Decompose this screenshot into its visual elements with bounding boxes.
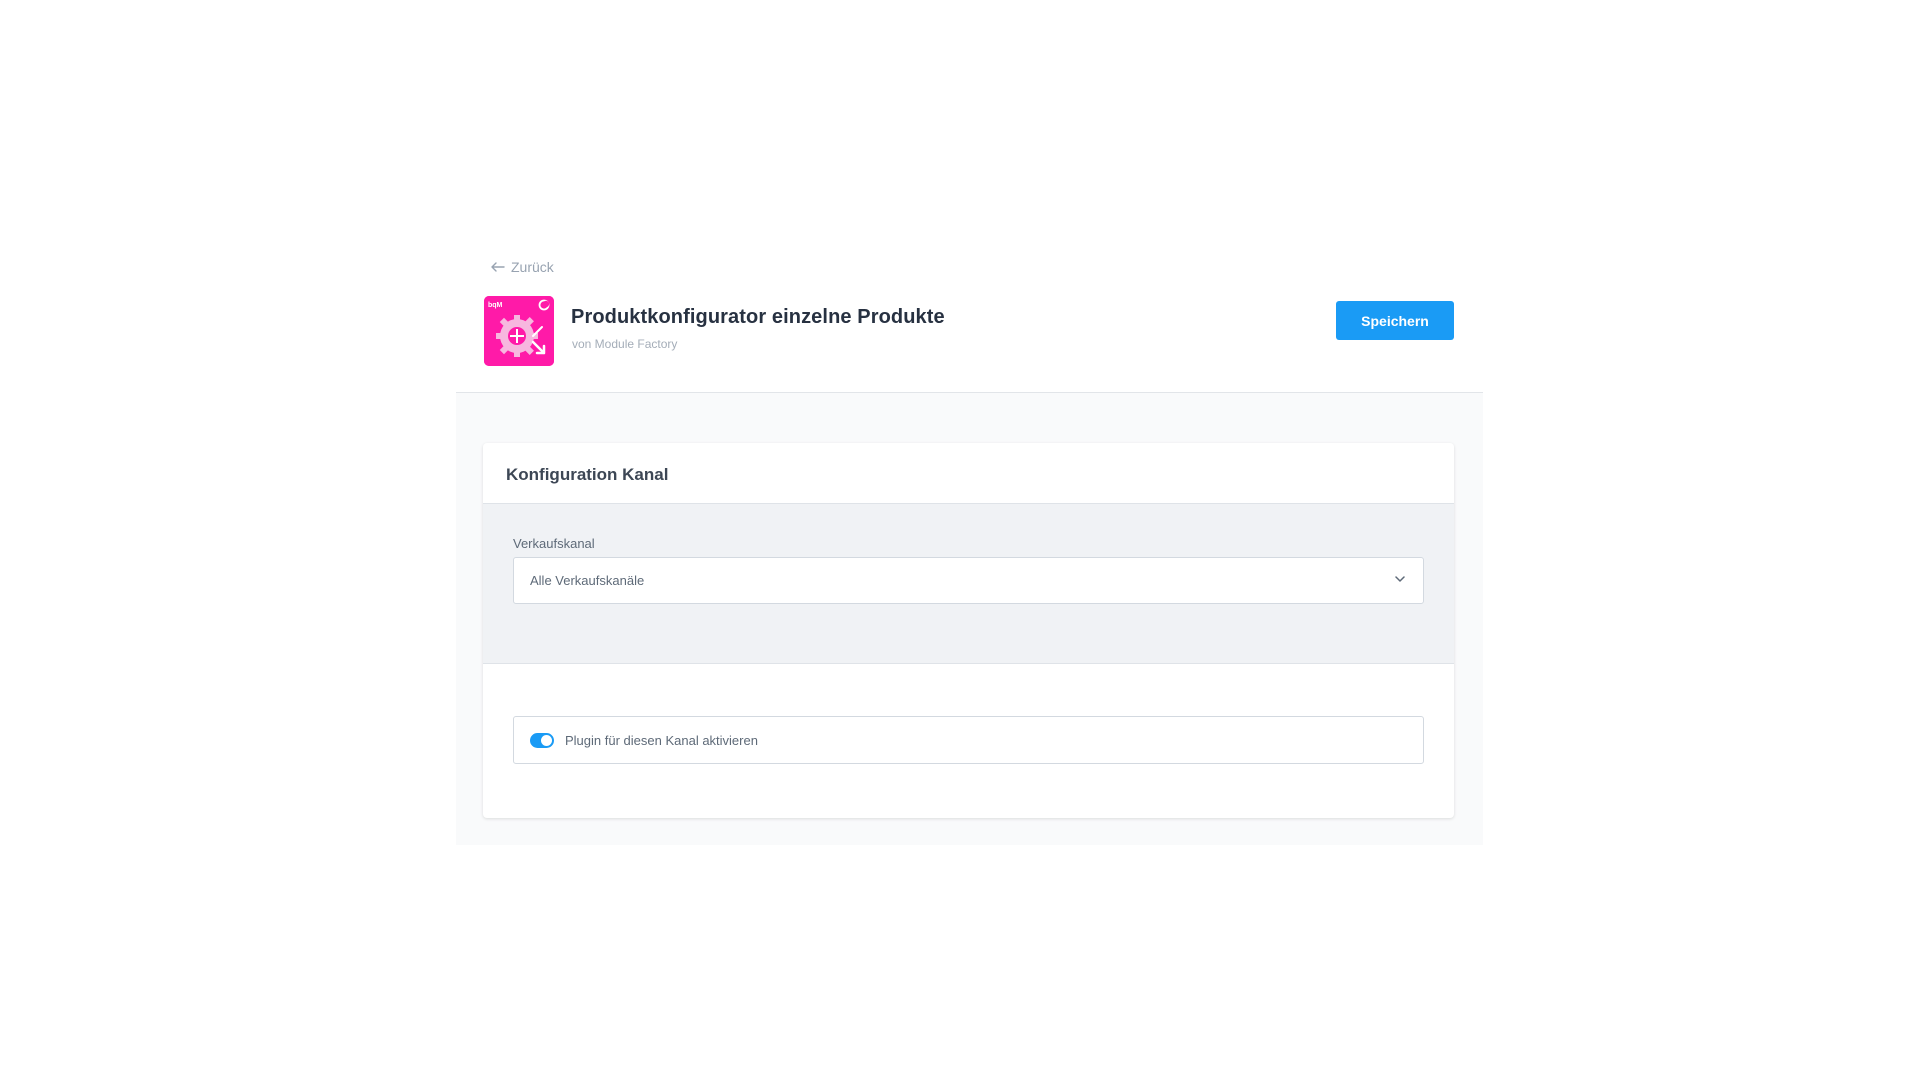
plugin-logo: bqM (484, 296, 554, 366)
arrow-left-icon (491, 262, 505, 272)
sales-channel-label: Verkaufskanal (513, 536, 595, 551)
sales-channel-select[interactable]: Alle Verkaufskanäle (513, 557, 1424, 604)
chevron-down-icon (1395, 576, 1405, 582)
activate-plugin-toggle[interactable] (530, 733, 554, 748)
back-link-label: Zurück (511, 259, 554, 275)
config-card: Konfiguration Kanal Verkaufskanal Alle V… (483, 443, 1454, 818)
sales-channel-value: Alle Verkaufskanäle (530, 573, 645, 588)
plugin-config-page: Zurück bqM Produktkonfigurator einzelne … (0, 0, 1920, 1080)
card-title: Konfiguration Kanal (506, 465, 669, 484)
plugin-vendor: von Module Factory (572, 337, 678, 351)
card-header: Konfiguration Kanal (483, 443, 1454, 504)
svg-text:bqM: bqM (488, 302, 503, 309)
back-link[interactable]: Zurück (491, 259, 554, 275)
activate-plugin-row: Plugin für diesen Kanal aktivieren (513, 716, 1424, 764)
sales-channel-section: Verkaufskanal Alle Verkaufskanäle (483, 504, 1454, 664)
gear-icon: bqM (484, 296, 554, 366)
activate-plugin-label: Plugin für diesen Kanal aktivieren (565, 733, 758, 748)
save-button[interactable]: Speichern (1336, 301, 1454, 340)
plugin-title: Produktkonfigurator einzelne Produkte (571, 306, 945, 328)
toggle-knob (541, 735, 552, 746)
